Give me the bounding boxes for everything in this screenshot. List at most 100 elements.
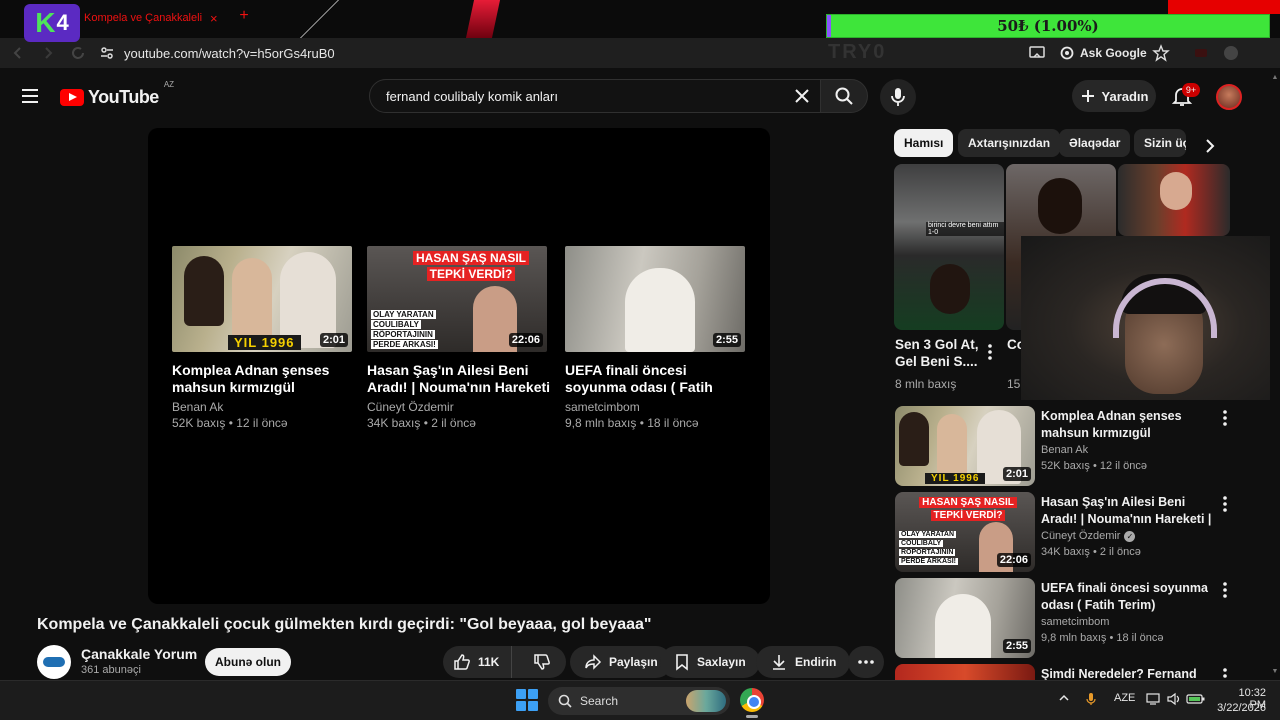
- more-vertical-icon[interactable]: [1217, 408, 1233, 428]
- notification-count-badge: 9+: [1182, 83, 1200, 97]
- more-vertical-icon[interactable]: [1217, 494, 1233, 514]
- stream-logo-number: 4: [56, 10, 69, 35]
- extension-icon[interactable]: [1192, 44, 1210, 62]
- recommendation-title[interactable]: Hasan Şaş'ın Ailesi Beni Aradı! | Nouma'…: [1041, 494, 1221, 528]
- bookmark-star-icon[interactable]: [1152, 44, 1170, 62]
- reload-button[interactable]: [70, 45, 86, 61]
- video-duration: 2:55: [712, 333, 741, 347]
- scroll-up-icon[interactable]: ▲: [1270, 74, 1280, 84]
- new-tab-button[interactable]: +: [236, 8, 252, 24]
- end-card[interactable]: HASAN ŞAŞ NASIL TEPKİ VERDİ? OLAY YARATAN…: [367, 246, 553, 430]
- download-label: Endirin: [795, 655, 837, 669]
- window-controls-area[interactable]: [1168, 0, 1280, 14]
- end-card-channel[interactable]: sametcimbom: [565, 400, 751, 414]
- chip-all[interactable]: Hamısı: [894, 129, 954, 157]
- recommendation-thumbnail[interactable]: HASAN ŞAŞ NASIL TEPKİ VERDİ? OLAY YARATAN…: [895, 492, 1035, 572]
- recommendation-title[interactable]: Komplea Adnan şenses mahsun kırmızıgül: [1041, 408, 1221, 442]
- profile-icon[interactable]: [1222, 44, 1240, 62]
- short-thumbnail[interactable]: birinci devre beni attım 1-0: [894, 164, 1004, 330]
- clear-search-icon[interactable]: [792, 86, 812, 106]
- ask-google-button[interactable]: Ask Google: [1060, 41, 1147, 65]
- active-app-indicator: [746, 715, 758, 718]
- end-card-thumbnail[interactable]: HASAN ŞAŞ NASIL TEPKİ VERDİ? OLAY YARATAN…: [367, 246, 547, 352]
- more-vertical-icon[interactable]: [1217, 666, 1233, 680]
- voice-search-button[interactable]: [880, 79, 916, 115]
- address-bar[interactable]: youtube.com/watch?v=h5orGs4ruB0 TRY0: [100, 41, 884, 65]
- youtube-play-icon: [60, 88, 84, 106]
- end-card-title[interactable]: UEFA finali öncesi soyunma odası ( Fatih…: [565, 362, 751, 396]
- end-card-thumbnail[interactable]: YIL 1996 2:01: [172, 246, 352, 352]
- battery-icon[interactable]: [1186, 692, 1206, 706]
- recommendation-meta: 34K baxış • 2 il öncə: [1041, 546, 1141, 558]
- recommendation-channel[interactable]: sametcimbom: [1041, 616, 1109, 628]
- scroll-down-icon[interactable]: ▼: [1270, 668, 1280, 678]
- recommendation-channel[interactable]: Benan Ak: [1041, 444, 1088, 456]
- search-input[interactable]: [386, 80, 786, 112]
- recommendation-meta: 9,8 mln baxış • 18 il öncə: [1041, 632, 1164, 644]
- cast-icon[interactable]: [1028, 44, 1046, 62]
- chip-from-search[interactable]: Axtarışınızdan: [958, 129, 1061, 157]
- region-code: AZ: [163, 80, 175, 89]
- chrome-app-icon[interactable]: [740, 688, 764, 712]
- video-duration: 22:06: [996, 553, 1031, 567]
- volume-icon[interactable]: [1166, 692, 1182, 706]
- short-thumbnail[interactable]: [1118, 164, 1230, 236]
- video-duration: 2:01: [1002, 467, 1031, 481]
- save-button[interactable]: Saxlayın: [660, 646, 760, 678]
- download-button[interactable]: Endirin: [756, 646, 851, 678]
- windows-start-icon[interactable]: [516, 689, 538, 711]
- more-vertical-icon[interactable]: [1217, 580, 1233, 600]
- browser-tab[interactable]: Kompela ve Çanakkaleli ×: [84, 6, 234, 30]
- input-language[interactable]: AZE: [1114, 692, 1135, 704]
- taskbar-search-label: Search: [580, 694, 619, 708]
- recommendation-item[interactable]: HASAN ŞAŞ NASIL TEPKİ VERDİ? OLAY YARATAN…: [895, 492, 1265, 576]
- channel-name[interactable]: Çanakkale Yorum: [81, 646, 197, 662]
- chip-for-you[interactable]: Sizin üçü: [1134, 129, 1186, 157]
- taskbar-search[interactable]: Search: [548, 687, 730, 715]
- more-vertical-icon[interactable]: [982, 342, 998, 362]
- recommendation-channel[interactable]: Cüneyt Özdemir ✓: [1041, 530, 1136, 542]
- end-card-title[interactable]: Hasan Şaş'ın Ailesi Beni Aradı! | Nouma'…: [367, 362, 553, 396]
- recommendation-thumbnail[interactable]: 2:55: [895, 578, 1035, 658]
- back-button[interactable]: [10, 45, 26, 61]
- share-button[interactable]: Paylaşın: [570, 646, 672, 678]
- search-button[interactable]: [820, 79, 868, 113]
- youtube-logo[interactable]: YouTube AZ: [60, 80, 174, 108]
- create-label: Yaradın: [1101, 88, 1149, 104]
- create-button[interactable]: Yaradın: [1072, 80, 1156, 112]
- video-player[interactable]: YIL 1996 2:01 Komplea Adnan şenses mahsu…: [148, 128, 770, 604]
- tab-close-icon[interactable]: ×: [210, 11, 218, 26]
- end-card-thumbnail[interactable]: 2:55: [565, 246, 745, 352]
- recommendation-item[interactable]: 2:55 UEFA finali öncesi soyunma odası ( …: [895, 578, 1265, 662]
- end-card-title[interactable]: Komplea Adnan şenses mahsun kırmızıgül: [172, 362, 358, 396]
- recommendation-title[interactable]: Şimdi Neredeler? Fernand: [1041, 666, 1221, 680]
- like-button[interactable]: 11K: [443, 646, 512, 678]
- recommendation-thumbnail[interactable]: [895, 664, 1035, 680]
- channel-avatar[interactable]: [37, 645, 71, 679]
- clock-date[interactable]: 3/22/2026: [1212, 702, 1266, 714]
- recommendation-item[interactable]: Şimdi Neredeler? Fernand: [895, 664, 1265, 680]
- recommendation-thumbnail[interactable]: YIL 1996 2:01: [895, 406, 1035, 486]
- end-card-channel[interactable]: Benan Ak: [172, 400, 358, 414]
- recommendation-item[interactable]: YIL 1996 2:01 Komplea Adnan şenses mahsu…: [895, 406, 1265, 490]
- menu-icon[interactable]: [20, 88, 40, 104]
- page-scrollbar[interactable]: [1270, 74, 1280, 680]
- end-card-channel[interactable]: Cüneyt Özdemir: [367, 400, 553, 414]
- chevron-right-icon[interactable]: [1198, 134, 1222, 158]
- subscribe-button[interactable]: Abunə olun: [205, 648, 291, 676]
- account-avatar[interactable]: [1216, 84, 1242, 110]
- short-title[interactable]: Sen 3 Gol At, Gel Beni S....: [895, 336, 987, 370]
- recommendation-title[interactable]: UEFA finali öncesi soyunma odası ( Fatih…: [1041, 580, 1221, 614]
- dislike-button[interactable]: [519, 646, 566, 678]
- end-card[interactable]: 2:55 UEFA finali öncesi soyunma odası ( …: [565, 246, 751, 430]
- network-icon[interactable]: [1146, 692, 1162, 706]
- forward-button[interactable]: [40, 45, 56, 61]
- bookmark-icon: [676, 654, 688, 671]
- chip-related[interactable]: Əlaqədar: [1059, 129, 1131, 157]
- end-card[interactable]: YIL 1996 2:01 Komplea Adnan şenses mahsu…: [172, 246, 358, 430]
- site-info-icon[interactable]: [100, 46, 114, 60]
- microphone-tray-icon[interactable]: [1086, 692, 1096, 706]
- thumbs-up-icon: [454, 654, 470, 670]
- tray-overflow-chevron-icon[interactable]: [1058, 692, 1070, 704]
- more-actions-button[interactable]: [848, 646, 884, 678]
